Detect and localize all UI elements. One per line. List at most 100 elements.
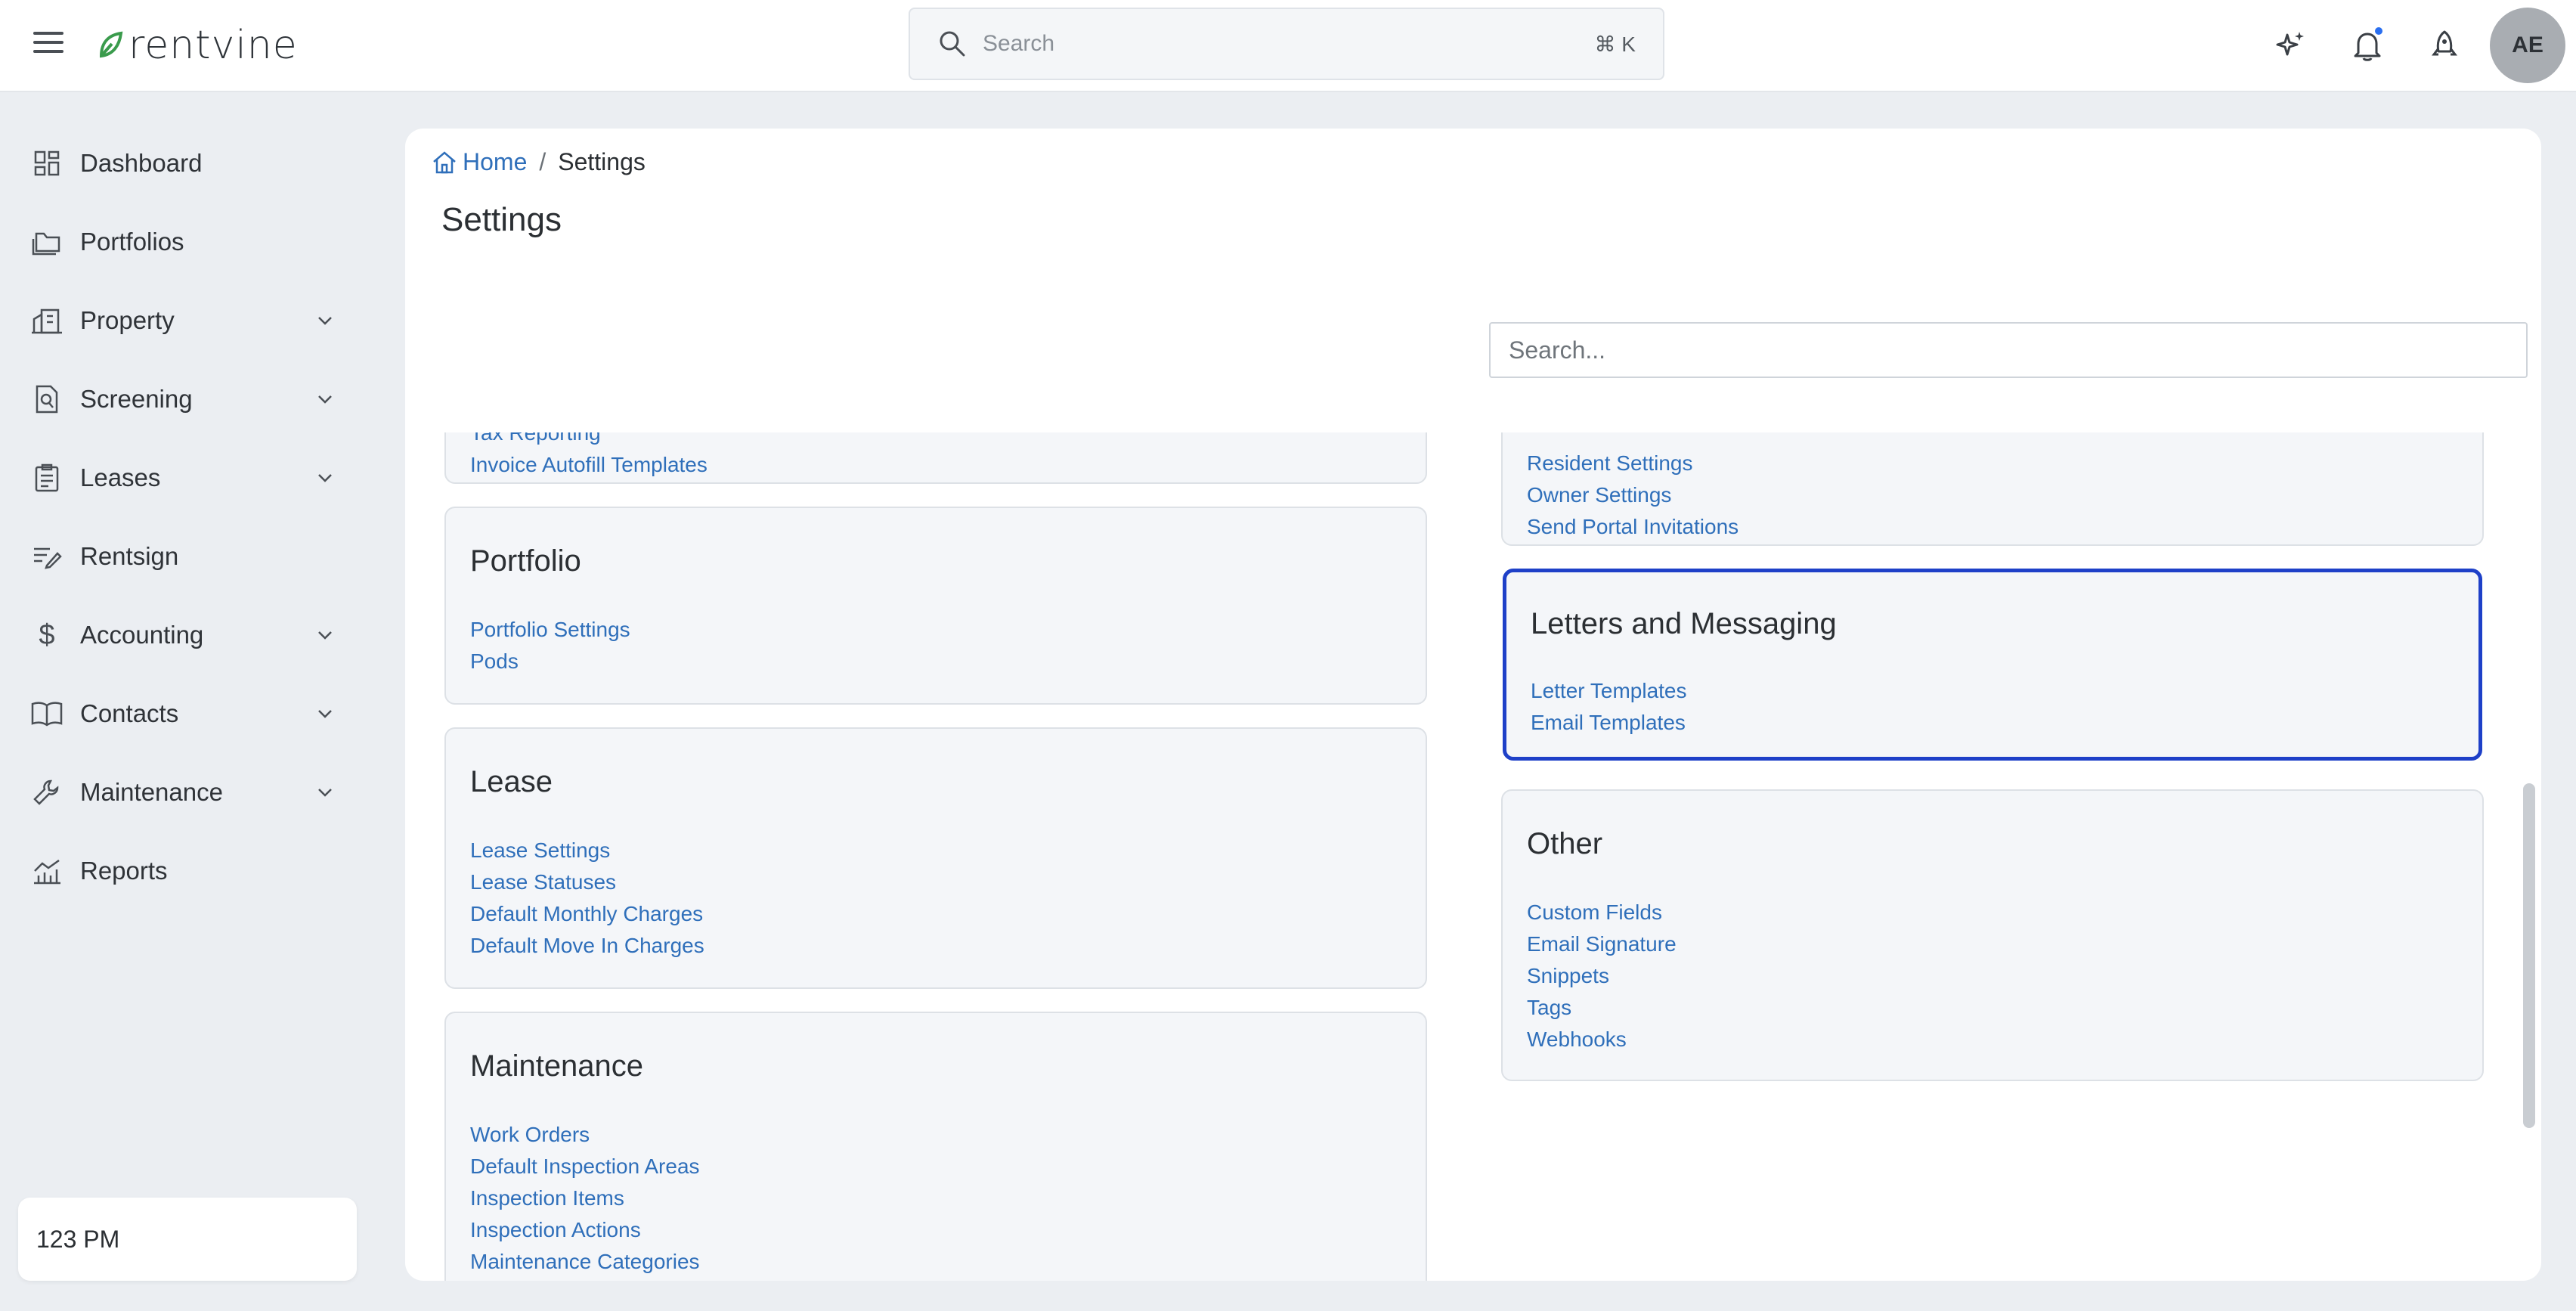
settings-link[interactable]: Inspection Actions <box>470 1214 700 1246</box>
building-icon <box>30 304 63 337</box>
settings-link[interactable]: Tags <box>1527 992 1677 1024</box>
breadcrumb-current: Settings <box>558 148 646 175</box>
sparkle-button[interactable] <box>2268 23 2313 68</box>
settings-link[interactable]: Invoice Autofill Templates <box>470 449 707 481</box>
sidebar-item-dashboard[interactable]: Dashboard <box>30 133 348 194</box>
settings-link[interactable]: Owner Settings <box>1527 479 1738 511</box>
settings-link[interactable]: Email Templates <box>1531 707 1687 739</box>
sidebar-item-property[interactable]: Property <box>30 290 348 351</box>
time-display: 123 PM <box>18 1198 357 1281</box>
page-title: Settings <box>441 201 562 238</box>
settings-card-accounting: Tax Reporting Invoice Autofill Templates <box>444 432 1427 484</box>
settings-link[interactable]: Portfolio Settings <box>470 614 630 646</box>
sidebar-item-label: Maintenance <box>80 778 223 806</box>
settings-link[interactable]: Snippets <box>1527 960 1677 992</box>
top-bar: rentvine Search ⌘ K AE <box>0 0 2576 92</box>
scrollbar[interactable] <box>2523 783 2535 1128</box>
sidebar-item-label: Rentsign <box>80 542 179 570</box>
notifications-button[interactable] <box>2345 23 2390 68</box>
signature-icon <box>30 540 63 573</box>
dashboard-icon <box>30 147 63 180</box>
settings-card-portals: Resident Settings Owner Settings Send Po… <box>1501 432 2484 546</box>
screening-icon <box>30 383 63 416</box>
card-links: Letter Templates Email Templates <box>1531 675 1687 739</box>
settings-link[interactable]: Webhooks <box>1527 1024 1677 1055</box>
sidebar-item-maintenance[interactable]: Maintenance <box>30 762 348 823</box>
dollar-icon: $ <box>39 618 55 651</box>
breadcrumb-separator: / <box>539 148 546 175</box>
settings-link[interactable]: Inspection Items <box>470 1182 700 1214</box>
settings-link[interactable]: Lease Statuses <box>470 866 704 898</box>
settings-search-input[interactable] <box>1489 322 2528 378</box>
sidebar-item-rentsign[interactable]: Rentsign <box>30 526 348 587</box>
settings-link[interactable]: Send Portal Invitations <box>1527 511 1738 543</box>
settings-link[interactable]: Tax Reporting <box>470 432 707 449</box>
breadcrumb-home-link[interactable]: Home <box>431 148 527 176</box>
sidebar-item-screening[interactable]: Screening <box>30 369 348 429</box>
global-search-placeholder: Search <box>983 31 1055 56</box>
settings-card-portfolio: Portfolio Portfolio Settings Pods <box>444 507 1427 705</box>
settings-card-letters-and-messaging: Letters and Messaging Letter Templates E… <box>1503 569 2482 761</box>
rocket-button[interactable] <box>2422 23 2467 68</box>
settings-link[interactable]: Pods <box>470 646 630 677</box>
card-title: Lease <box>470 765 553 798</box>
chevron-down-icon <box>318 317 332 325</box>
search-shortcut-hint: ⌘ K <box>1594 32 1636 56</box>
card-links: Portfolio Settings Pods <box>470 614 630 677</box>
settings-link[interactable]: Maintenance Categories <box>470 1246 700 1278</box>
chevron-down-icon <box>318 474 332 482</box>
rocket-icon <box>2432 30 2457 56</box>
sidebar-item-label: Dashboard <box>80 149 203 177</box>
book-icon <box>30 697 63 730</box>
user-avatar[interactable]: AE <box>2490 8 2565 83</box>
hamburger-icon[interactable] <box>33 32 63 56</box>
leaf-logo-icon <box>99 31 123 58</box>
settings-cards-area: Tax Reporting Invoice Autofill Templates… <box>405 432 2541 1281</box>
settings-panel: Home / Settings Settings Tax Reporting I… <box>405 129 2541 1281</box>
sidebar-item-label: Accounting <box>80 621 204 649</box>
chevron-down-icon <box>318 395 332 404</box>
settings-link[interactable]: Custom Fields <box>1527 897 1677 928</box>
sidebar-item-portfolios[interactable]: Portfolios <box>30 212 348 272</box>
sparkle-icon <box>2276 32 2304 56</box>
home-icon <box>433 150 456 173</box>
brand-logo[interactable]: rentvine <box>97 21 298 70</box>
card-title: Portfolio <box>470 544 581 578</box>
settings-link[interactable]: Lease Settings <box>470 835 704 866</box>
chevron-down-icon <box>318 710 332 718</box>
sidebar: Dashboard Portfolios Property Screening … <box>0 92 385 1311</box>
sidebar-item-label: Reports <box>80 857 168 885</box>
card-links: Custom Fields Email Signature Snippets T… <box>1527 897 1677 1055</box>
settings-link[interactable]: Work Orders <box>470 1119 700 1151</box>
brand-name: rentvine <box>128 23 298 68</box>
sidebar-item-leases[interactable]: Leases <box>30 448 348 508</box>
settings-link[interactable]: Email Signature <box>1527 928 1677 960</box>
card-links: Resident Settings Owner Settings Send Po… <box>1527 448 1738 543</box>
global-search-box[interactable]: Search ⌘ K <box>909 8 1664 80</box>
sidebar-item-label: Leases <box>80 463 161 491</box>
search-icon <box>940 31 965 57</box>
card-links: Tax Reporting Invoice Autofill Templates <box>470 432 707 481</box>
settings-link[interactable]: Resident Settings <box>1527 448 1738 479</box>
sidebar-item-reports[interactable]: Reports <box>30 841 348 901</box>
sidebar-item-contacts[interactable]: Contacts <box>30 683 348 744</box>
settings-link[interactable]: Default Move In Charges <box>470 930 704 962</box>
sidebar-item-label: Property <box>80 306 175 334</box>
folder-icon <box>30 225 63 259</box>
breadcrumb: Home / Settings <box>431 148 646 176</box>
card-title: Maintenance <box>470 1049 644 1083</box>
breadcrumb-home-label: Home <box>463 148 528 175</box>
settings-link[interactable]: Letter Templates <box>1531 675 1687 707</box>
sidebar-item-accounting[interactable]: $ Accounting <box>30 605 348 665</box>
settings-link[interactable]: Default Monthly Charges <box>470 898 704 930</box>
card-links: Work Orders Default Inspection Areas Ins… <box>470 1119 700 1278</box>
settings-card-lease: Lease Lease Settings Lease Statuses Defa… <box>444 727 1427 989</box>
sidebar-item-label: Portfolios <box>80 228 184 256</box>
sidebar-item-label: Screening <box>80 385 193 413</box>
card-title: Letters and Messaging <box>1531 607 1837 640</box>
chevron-down-icon <box>318 789 332 797</box>
notification-dot <box>2373 26 2384 36</box>
settings-card-maintenance: Maintenance Work Orders Default Inspecti… <box>444 1012 1427 1281</box>
chart-icon <box>30 854 63 888</box>
settings-link[interactable]: Default Inspection Areas <box>470 1151 700 1182</box>
